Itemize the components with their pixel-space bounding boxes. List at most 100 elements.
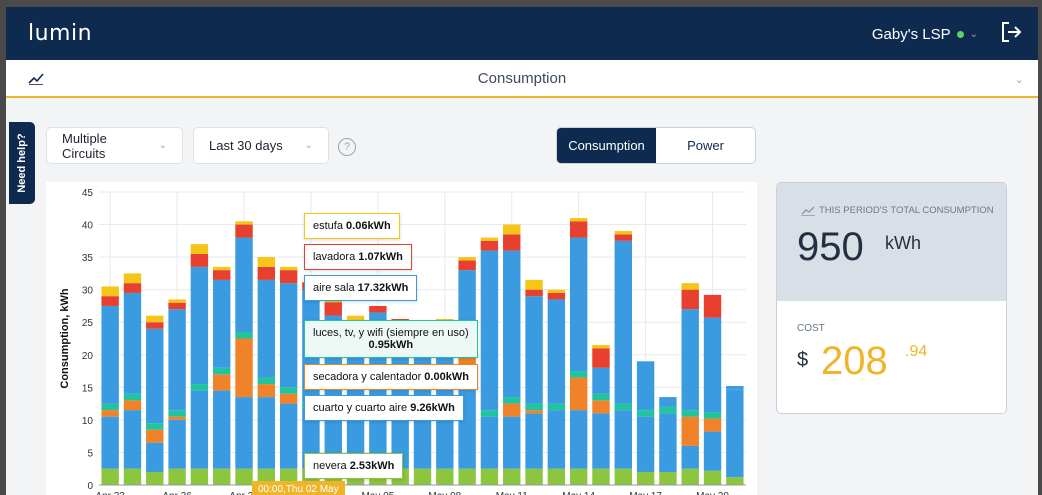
bar-segment xyxy=(569,218,588,222)
y-tick-label: 15 xyxy=(82,383,94,394)
bar-segment xyxy=(101,305,119,404)
bar-segment xyxy=(235,221,253,225)
bar-segment xyxy=(146,328,164,424)
lumin-logo[interactable]: lumin xyxy=(28,21,92,46)
total-consumption-heading: THIS PERIOD'S TOTAL CONSUMPTION xyxy=(801,205,994,216)
bar-segment xyxy=(213,367,231,375)
tab-consumption[interactable]: Consumption xyxy=(557,128,656,163)
bar-segment xyxy=(279,283,298,388)
tooltip-value: 17.32kWh xyxy=(357,282,409,294)
bar-segment xyxy=(480,410,499,417)
tooltip-nevera: nevera 2.53kWh xyxy=(304,453,404,479)
bar-segment xyxy=(636,361,655,411)
x-tick-label: May 17 xyxy=(629,491,662,495)
bar-segment xyxy=(703,294,722,318)
chevron-down-icon[interactable]: ⌄ xyxy=(1015,73,1024,86)
bar-segment xyxy=(614,234,632,241)
bar-segment xyxy=(681,445,699,469)
bar-segment xyxy=(101,403,119,411)
bar-segment xyxy=(480,237,499,241)
y-tick-label: 5 xyxy=(87,448,93,459)
x-tick-label: Apr 26 xyxy=(162,491,192,495)
tooltip-aire-sala: aire sala 17.32kWh xyxy=(304,275,418,301)
logout-icon[interactable] xyxy=(1000,20,1022,44)
bar-segment xyxy=(547,403,566,411)
bar-segment xyxy=(190,244,209,254)
bar-segment xyxy=(235,397,253,469)
bar-segment xyxy=(659,406,677,414)
bar-segment xyxy=(213,468,231,485)
bar-segment xyxy=(659,471,677,485)
x-tick-label: May 20 xyxy=(696,491,729,495)
need-help-tab[interactable]: Need help? xyxy=(9,122,35,204)
bar-segment xyxy=(614,240,632,404)
y-tick-label: 45 xyxy=(82,188,94,199)
bar-segment xyxy=(703,418,722,432)
bar-segment xyxy=(190,468,209,485)
bar-segment xyxy=(101,468,119,485)
tooltip-value: 9.26kWh xyxy=(410,402,455,414)
y-tick-label: 0 xyxy=(87,481,93,492)
bar-segment xyxy=(525,289,543,297)
bar-segment xyxy=(614,403,632,411)
tooltip-label: cuarto y cuarto aire xyxy=(313,402,408,414)
x-tick-label: May 11 xyxy=(496,491,528,495)
bar-segment xyxy=(168,299,186,303)
bar-segment xyxy=(279,403,298,469)
bar-segment xyxy=(569,237,588,372)
circuits-dropdown[interactable]: Multiple Circuits ⌄ xyxy=(46,127,183,164)
bar-segment xyxy=(525,410,543,414)
bar-segment xyxy=(279,387,298,394)
cost-cents: .94 xyxy=(905,343,928,360)
tooltip-label: luces, tv, y wifi (siempre en uso) xyxy=(313,327,469,339)
bar-segment xyxy=(123,468,142,485)
bar-segment xyxy=(123,393,142,401)
bar-segment xyxy=(503,468,521,485)
bar-segment xyxy=(413,468,432,485)
bar-segment xyxy=(636,410,655,417)
bar-segment xyxy=(703,431,722,471)
bar-segment xyxy=(569,468,588,485)
date-range-dropdown[interactable]: Last 30 days ⌄ xyxy=(193,127,329,164)
bar-segment xyxy=(279,393,298,404)
y-tick-label: 40 xyxy=(82,221,94,232)
bar-segment xyxy=(547,289,566,293)
bar-segment xyxy=(503,403,521,417)
bar-segment xyxy=(592,400,610,414)
tooltip-label: nevera xyxy=(313,460,347,472)
y-axis-title: Consumption, kWh xyxy=(59,288,71,388)
bar-segment xyxy=(235,331,253,339)
bar-segment xyxy=(146,442,164,472)
total-consumption-value: 950 xyxy=(797,225,864,269)
bar-segment xyxy=(614,410,632,469)
bar-segment xyxy=(257,257,276,267)
cost-value: 208 xyxy=(821,339,888,383)
bar-segment xyxy=(213,374,231,391)
y-tick-label: 10 xyxy=(82,416,94,427)
bar-segment xyxy=(190,384,209,391)
tab-power[interactable]: Power xyxy=(656,128,755,163)
tooltip-lavadora: lavadora 1.07kWh xyxy=(304,244,412,270)
bar-segment xyxy=(235,338,253,398)
help-icon[interactable]: ? xyxy=(338,138,356,156)
bar-segment xyxy=(168,468,186,485)
bar-segment xyxy=(458,260,476,271)
bar-segment xyxy=(369,305,387,313)
bar-segment xyxy=(681,410,699,417)
bar-segment xyxy=(547,299,566,404)
circuits-value: Multiple Circuits xyxy=(62,130,107,161)
date-range-value: Last 30 days xyxy=(209,138,283,153)
account-name: Gaby's LSP xyxy=(871,26,951,43)
trend-chart-icon xyxy=(801,206,815,216)
bar-segment xyxy=(168,416,186,420)
bar-segment xyxy=(681,309,699,411)
account-switcher[interactable]: Gaby's LSP ⌄ xyxy=(872,26,978,43)
bar-segment xyxy=(101,410,119,417)
bar-segment xyxy=(123,410,142,469)
tooltip-secadora: secadora y calentador 0.00kWh xyxy=(304,364,478,390)
tooltip-estufa: estufa 0.06kWh xyxy=(304,213,400,239)
bar-segment xyxy=(213,390,231,469)
bar-segment xyxy=(592,393,610,401)
bar-segment xyxy=(726,386,744,390)
bar-segment xyxy=(636,416,655,472)
